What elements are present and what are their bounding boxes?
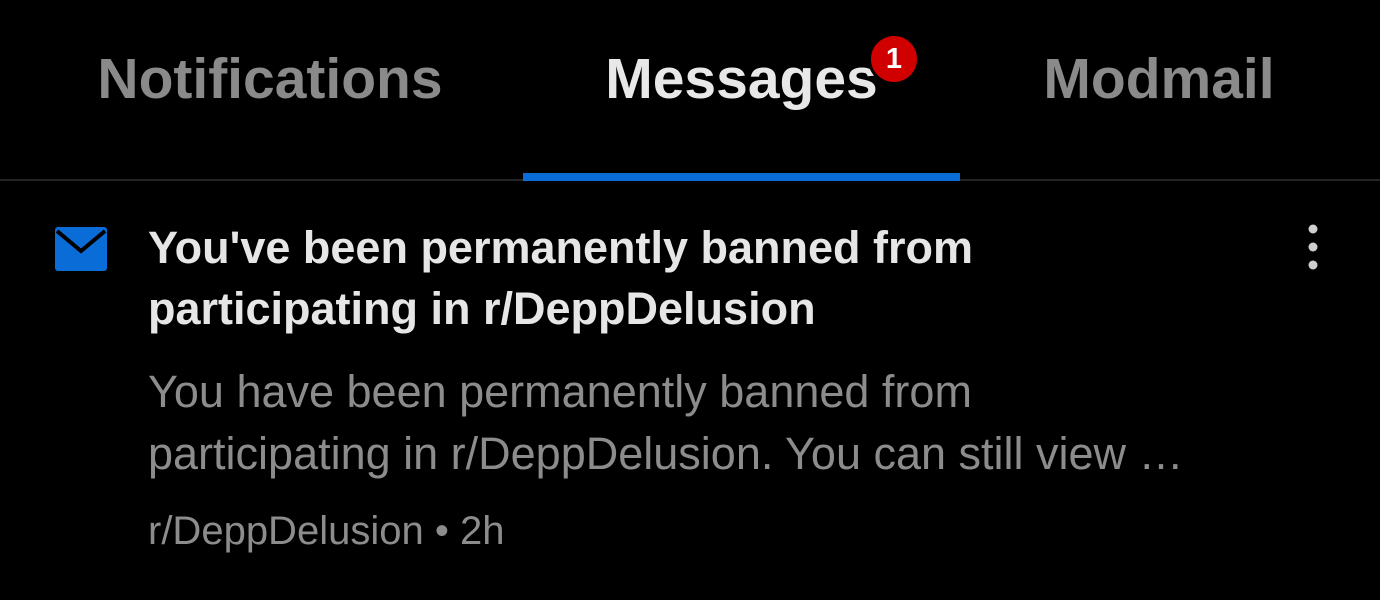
tab-notifications[interactable]: Notifications bbox=[60, 0, 480, 181]
message-meta: r/DeppDelusion • 2h bbox=[148, 509, 504, 553]
messages-unread-badge: 1 bbox=[868, 33, 920, 85]
envelope-icon bbox=[55, 227, 107, 271]
tab-modmail-label: Modmail bbox=[1043, 47, 1275, 111]
tab-notifications-label: Notifications bbox=[97, 47, 443, 111]
more-options-icon[interactable] bbox=[1296, 223, 1330, 271]
meta-separator: • bbox=[434, 509, 449, 553]
message-list-item[interactable]: You've been permanently banned from part… bbox=[0, 183, 1380, 600]
tab-messages[interactable]: Messages bbox=[523, 0, 960, 181]
message-time: 2h bbox=[459, 509, 505, 553]
message-title: You've been permanently banned from part… bbox=[148, 222, 974, 334]
inbox-screen: Notifications Messages Modmail 1 You've … bbox=[0, 0, 1380, 600]
message-preview: You have been permanently banned from pa… bbox=[148, 366, 1184, 479]
tab-messages-label: Messages bbox=[605, 47, 878, 111]
active-tab-indicator bbox=[523, 173, 960, 181]
inbox-tab-bar: Notifications Messages Modmail 1 bbox=[0, 0, 1380, 181]
message-subreddit[interactable]: r/DeppDelusion bbox=[148, 509, 424, 553]
tab-modmail[interactable]: Modmail bbox=[1000, 0, 1318, 181]
